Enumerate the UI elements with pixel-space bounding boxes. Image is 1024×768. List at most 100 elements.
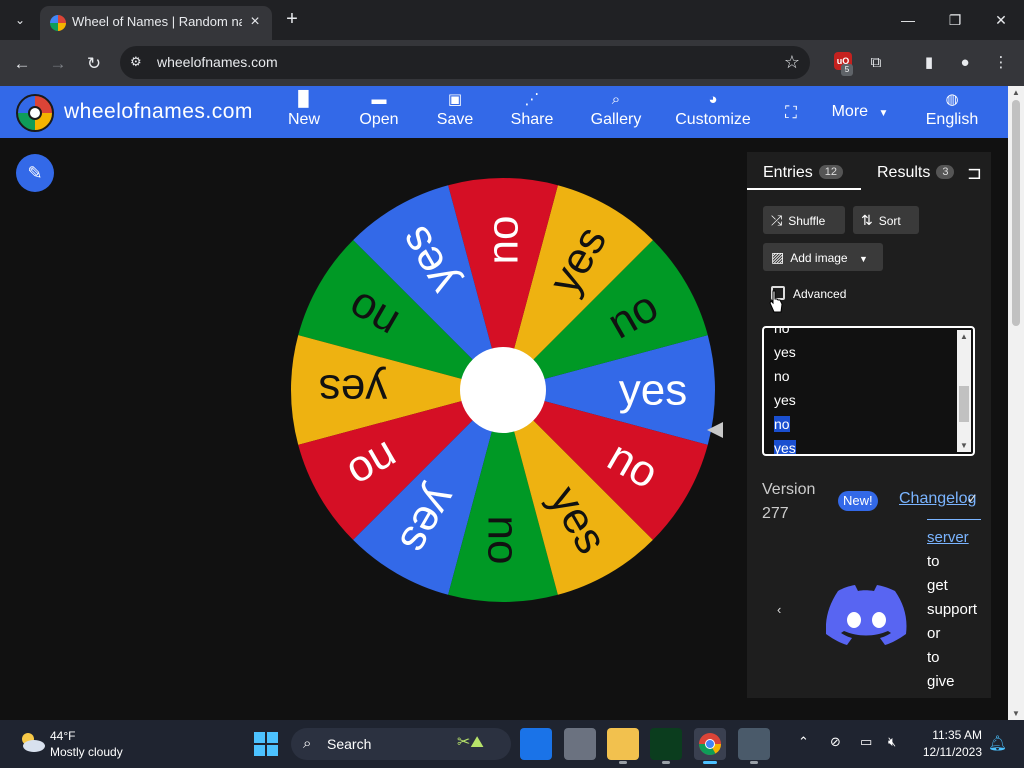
fullscreen-button[interactable]: ⛶ — [778, 90, 804, 136]
windows-start-icon[interactable] — [254, 732, 278, 756]
tab-entries[interactable]: Entries 12 — [763, 164, 844, 188]
share-icon: ⋰ — [524, 91, 540, 108]
taskbar-search-box[interactable]: ⌕ Search ✂⛰ — [291, 728, 511, 760]
save-icon: ▣ — [447, 91, 463, 108]
wheel-segment-label: yes — [619, 366, 687, 415]
site-logo-icon[interactable] — [16, 94, 54, 132]
page-scroll-thumb[interactable] — [1012, 100, 1020, 326]
nav-language-button[interactable]: ◍ English — [922, 90, 982, 136]
sidebar-panel: Entries 12 Results 3 ⊐ ⤮ Shuffle ⇅ Sort ▨ Add… — [747, 152, 991, 698]
globe-icon: ◍ — [945, 91, 959, 108]
wheel-segment-label: yes — [319, 366, 387, 415]
show-hidden-icons-icon[interactable]: ⌃ — [798, 734, 809, 750]
mouse-cursor-icon — [769, 290, 783, 313]
weather-temperature[interactable]: 44°F — [50, 729, 75, 743]
back-button[interactable]: ← — [10, 52, 34, 76]
scroll-up-icon[interactable]: ▲ — [959, 332, 969, 341]
results-count-badge: 3 — [936, 165, 955, 179]
network-icon[interactable]: ⊘ — [830, 734, 841, 750]
tab-search-chevron-icon[interactable]: ⌄ — [8, 8, 32, 32]
scroll-down-icon[interactable]: ▼ — [1008, 709, 1024, 718]
nav-more-button[interactable]: More ▼ — [828, 90, 892, 136]
collapse-sidebar-icon[interactable]: ⊐ — [967, 163, 982, 184]
cloud-weather-icon[interactable] — [18, 730, 46, 754]
notification-bell-icon[interactable]: 🔔︎ — [988, 734, 1007, 752]
changelog-link[interactable]: Changelog — [899, 490, 976, 508]
scroll-thumb[interactable] — [959, 386, 969, 422]
chrome-menu-icon[interactable]: ⋮ — [990, 52, 1012, 74]
wheel-favicon-icon — [50, 15, 66, 31]
wheel-center-hub[interactable] — [460, 347, 546, 433]
minimize-button[interactable]: — — [893, 8, 923, 32]
file-explorer-icon[interactable] — [607, 728, 639, 764]
wheel-segment-label: no — [479, 516, 528, 565]
chevron-down-icon[interactable]: ✓ — [967, 491, 978, 507]
nav-new-button[interactable]: ▉ New — [282, 90, 326, 136]
close-window-button[interactable]: ✕ — [986, 8, 1016, 32]
tab-title: Wheel of Names | Random name picker — [72, 14, 242, 29]
forward-button[interactable]: → — [46, 52, 70, 76]
entries-textarea[interactable]: no yes no yes no yes ▲ ▼ — [762, 326, 975, 456]
list-item: no — [774, 326, 790, 336]
tab-results[interactable]: Results 3 — [877, 164, 955, 188]
entries-count-badge: 12 — [818, 165, 844, 179]
site-name[interactable]: wheelofnames.com — [64, 100, 253, 124]
volume-muted-icon[interactable]: 🔇︎ — [888, 734, 896, 750]
entries-scrollbar[interactable]: ▲ ▼ — [957, 330, 971, 452]
spin-wheel[interactable]: yesnoyesnoyesnoyesnoyes no yesno — [283, 172, 723, 612]
weather-description[interactable]: Mostly cloudy — [50, 745, 123, 759]
wheel-segment-label: no — [479, 216, 528, 265]
reload-button[interactable]: ↻ — [82, 52, 106, 76]
terminal-app-icon[interactable] — [650, 728, 682, 764]
search-highlight-icon: ✂⛰ — [457, 734, 484, 751]
nav-open-button[interactable]: ▬ Open — [355, 90, 403, 136]
clock-time[interactable]: 11:35 AM — [922, 728, 982, 742]
discord-server-link[interactable]: server — [927, 526, 987, 550]
display-icon[interactable]: ▭ — [860, 734, 872, 750]
new-tab-button[interactable]: + — [281, 8, 303, 30]
edge-app-icon[interactable] — [520, 728, 552, 760]
url-text: wheelofnames.com — [157, 54, 278, 70]
extension-badge-count: 5 — [841, 64, 853, 76]
add-image-button[interactable]: ▨ Add image ▼ — [763, 243, 883, 271]
chevron-down-icon: ▼ — [858, 254, 868, 264]
scroll-up-icon[interactable]: ▲ — [1008, 88, 1024, 97]
side-panel-icon[interactable]: ▮ — [918, 52, 940, 74]
version-info: Version 277 — [762, 481, 816, 522]
list-item: yes — [774, 440, 796, 456]
profile-avatar-icon[interactable]: ● — [954, 52, 976, 74]
task-view-app-icon[interactable] — [564, 728, 596, 760]
edit-pencil-button[interactable]: ✎ — [16, 154, 54, 192]
image-icon: ▨ — [771, 249, 785, 265]
advanced-label: Advanced — [793, 287, 847, 301]
folder-icon: ▬ — [371, 91, 387, 108]
shuffle-button[interactable]: ⤮ Shuffle — [763, 206, 845, 234]
address-bar[interactable]: ⚙ wheelofnames.com ☆ — [120, 46, 810, 79]
close-tab-icon[interactable]: × — [246, 13, 264, 31]
remote-desktop-app-icon[interactable] — [738, 728, 770, 764]
shuffle-icon: ⤮ — [771, 212, 783, 228]
nav-customize-button[interactable]: ◕ Customize — [672, 90, 754, 136]
search-icon: ⌕ — [611, 91, 621, 108]
chrome-app-icon[interactable] — [694, 728, 726, 764]
site-info-icon[interactable]: ⚙ — [130, 54, 146, 70]
sort-button[interactable]: ⇅ Sort — [853, 206, 919, 234]
search-icon: ⌕ — [303, 735, 312, 752]
discord-promo-text: server to get support or to give — [927, 526, 987, 694]
scroll-down-icon[interactable]: ▼ — [959, 441, 969, 450]
carousel-prev-icon[interactable]: ‹ — [777, 602, 781, 617]
bookmark-star-icon[interactable]: ☆ — [784, 52, 800, 73]
nav-gallery-button[interactable]: ⌕ Gallery — [588, 90, 644, 136]
clock-date[interactable]: 12/11/2023 — [916, 745, 982, 759]
nav-share-button[interactable]: ⋰ Share — [508, 90, 556, 136]
sort-icon: ⇅ — [861, 212, 873, 228]
browser-tab[interactable]: Wheel of Names | Random name picker × — [40, 6, 272, 40]
page-scrollbar[interactable]: ▲ ▼ — [1008, 86, 1024, 720]
extensions-puzzle-icon[interactable]: ⧉ — [865, 52, 887, 74]
maximize-button[interactable]: ❐ — [940, 8, 970, 32]
palette-icon: ◕ — [708, 91, 718, 108]
active-tab-indicator — [747, 188, 861, 190]
discord-logo-icon[interactable] — [826, 585, 908, 647]
main-area: ✎ yes no yes no yes no yes no yes no yes no Entries… — [0, 138, 1008, 720]
nav-save-button[interactable]: ▣ Save — [432, 90, 478, 136]
